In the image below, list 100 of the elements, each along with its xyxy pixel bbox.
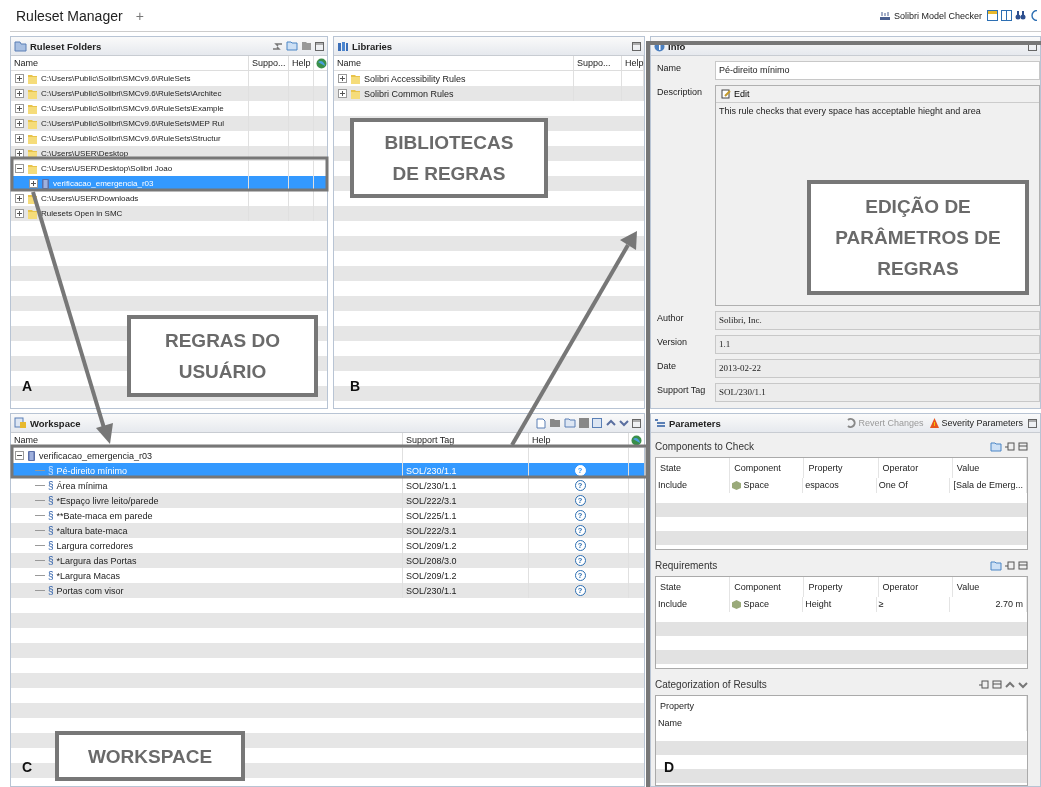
column-header[interactable]: Suppo... [574,56,622,70]
field-label: Version [657,336,689,347]
tree-row[interactable]: C:\Users\Public\Solibri\SMCv9.6\RuleSets\Architec [11,86,327,101]
maximize-icon[interactable] [632,418,641,428]
expand-icon[interactable] [338,89,347,98]
folder-icon [27,162,38,175]
tree-row[interactable]: C:\Users\Public\Solibri\SMCv9.6\RuleSets\MEP Rul [11,116,327,131]
expand-icon[interactable] [15,104,24,113]
section-icon: § [48,585,54,596]
callout-label: EDIÇÃO DE PARÂMETROS DE REGRAS [807,180,1029,295]
tree-item[interactable]: **Bate-maca em parede [56,510,153,521]
tree-item[interactable]: C:\Users\USER\Downloads [41,194,139,203]
name-field[interactable]: Pé-direito mínimo [715,61,1040,80]
section-icon: § [48,570,54,581]
expand-icon[interactable] [15,149,24,158]
tree-item[interactable]: C:\Users\Public\Solibri\SMCv9.6\RuleSets [41,74,191,83]
table-cell: SOL/209/1.2 [403,568,529,583]
save-icon[interactable] [592,417,603,429]
tree-item[interactable]: *altura bate-maca [56,525,128,536]
down-icon[interactable] [1018,680,1028,689]
tree-row[interactable]: C:\Users\USER\Desktop [11,146,327,161]
folder-icon[interactable] [549,418,561,428]
folder-icon [350,87,361,100]
add-row-icon[interactable] [1005,442,1015,452]
expand-icon[interactable] [15,74,24,83]
tree-row[interactable]: C:\Users\Public\Solibri\SMCv9.6\RuleSets [11,71,327,86]
severity-button[interactable]: Severity Parameters [928,418,1025,428]
revert-icon [846,418,857,428]
document-icon[interactable] [536,417,546,429]
tree-row[interactable]: C:\Users\Public\Solibri\SMCv9.6\RuleSets\Structur [11,131,327,146]
remove-row-icon[interactable] [992,680,1002,690]
column-header[interactable]: Support Tag [403,433,529,447]
cube-icon [731,480,741,490]
column-header[interactable]: Name [11,56,249,70]
tree-item[interactable]: C:\Users\Public\Solibri\SMCv9.6\RuleSets\MEP Rul [41,119,225,128]
add-row-icon[interactable] [979,680,989,690]
remove-row-icon[interactable] [1018,561,1028,571]
expand-icon[interactable] [15,119,24,128]
maximize-icon[interactable] [632,41,641,51]
maximize-icon[interactable] [1028,418,1037,428]
tree-row[interactable]: Solibri Common Rules [334,86,644,101]
warning-icon [930,418,940,428]
column-header[interactable]: Help [622,56,644,70]
expand-icon[interactable] [29,179,38,188]
layout-icon[interactable] [987,10,998,21]
tree-item[interactable]: *Largura Macas [56,570,121,581]
column-header[interactable]: Help [529,433,629,447]
tree-item[interactable]: C:\Users\USER\Desktop\Solibri Joao [41,164,173,173]
expand-icon[interactable] [15,194,24,203]
folder-icon[interactable] [286,41,298,51]
tree-row[interactable]: C:\Users\USER\Downloads [11,191,327,206]
cube-icon [731,599,741,609]
column-header[interactable]: Suppo... [249,56,289,70]
section-icon: § [48,540,54,551]
tree-item[interactable]: Portas com visor [56,585,124,596]
tree-item[interactable]: Rulesets Open in SMC [41,209,123,218]
tree-item[interactable]: *Espaço livre leito/parede [56,495,159,506]
callout-label: REGRAS DO USUÁRIO [127,315,318,397]
panel-title: Ruleset Folders [30,40,102,52]
expand-icon[interactable] [15,134,24,143]
folder-icon[interactable] [564,418,576,428]
tree-row[interactable]: C:\Users\Public\Solibri\SMCv9.6\RuleSets\Example [11,101,327,116]
add-row-icon[interactable] [1005,561,1015,571]
section-icon: § [48,480,54,491]
down-icon[interactable] [619,419,629,427]
tree-item[interactable]: C:\Users\Public\Solibri\SMCv9.6\RuleSets\Example [41,104,224,113]
collapse-icon[interactable] [15,451,24,460]
arrows-icon[interactable] [272,40,283,52]
tree-item[interactable]: C:\Users\Public\Solibri\SMCv9.6\RuleSets\Architec [41,89,222,98]
edit-button[interactable]: Edit [719,89,752,99]
expand-icon[interactable] [338,74,347,83]
up-icon[interactable] [1005,680,1015,689]
panel-letter: A [22,378,33,394]
tree-item[interactable]: Largura corredores [56,540,134,551]
tree-item[interactable]: Solibri Accessibility Rules [364,73,466,84]
tree-item[interactable]: C:\Users\Public\Solibri\SMCv9.6\RuleSets\Structur [41,134,221,143]
tree-item[interactable]: verificacao_emergencia_r03 [39,450,153,461]
expand-icon[interactable] [15,89,24,98]
section-icon: § [48,465,54,476]
folder-icon [350,72,361,85]
tree-row[interactable]: Solibri Accessibility Rules [334,71,644,86]
folder-icon[interactable] [301,41,312,51]
panel-letter: B [350,378,361,394]
tree-item[interactable]: C:\Users\USER\Desktop [41,149,129,158]
panel-title: Workspace [30,417,81,429]
tree-row[interactable]: Rulesets Open in SMC [11,206,327,221]
collapse-icon[interactable] [15,164,24,173]
tree-item[interactable]: *Largura das Portas [56,555,137,566]
tree-item[interactable]: Solibri Common Rules [364,88,454,99]
up-icon[interactable] [606,419,616,427]
remove-row-icon[interactable] [1018,442,1028,452]
expand-icon[interactable] [15,209,24,218]
tree-item[interactable]: Área mínima [56,480,108,491]
layout-icon[interactable] [1001,10,1012,21]
column-header[interactable]: Name [334,56,574,70]
section-title: Categorization of Results [655,679,767,691]
column-header[interactable]: Help [289,56,314,70]
maximize-icon[interactable] [315,41,324,51]
binoculars-icon[interactable] [1015,10,1026,21]
add-tab-button[interactable]: + [135,7,144,24]
